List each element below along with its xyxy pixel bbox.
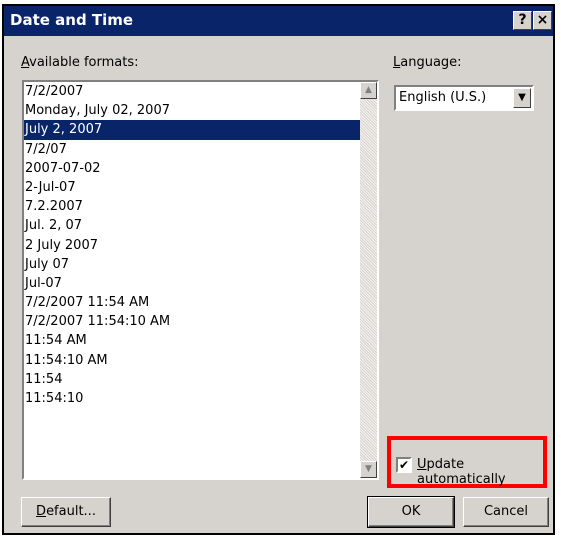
formats-list: 7/2/2007 Monday, July 02, 2007 July 2, 200… bbox=[24, 82, 360, 408]
close-button[interactable]: × bbox=[533, 11, 552, 30]
list-item[interactable]: 7/2/2007 11:54:10 AM bbox=[24, 312, 360, 331]
list-item[interactable]: 2-Jul-07 bbox=[24, 178, 360, 197]
scroll-down-icon[interactable]: ▼ bbox=[360, 461, 377, 478]
language-label: Language: bbox=[393, 55, 462, 70]
available-formats-label: Available formats: bbox=[21, 55, 139, 70]
date-time-dialog: Date and Time ? × Available formats: 7/2… bbox=[2, 4, 555, 535]
list-item[interactable]: 2007-07-02 bbox=[24, 159, 360, 178]
language-select[interactable]: English (U.S.) ▼ bbox=[394, 85, 534, 111]
list-item[interactable]: July 2, 2007 bbox=[24, 120, 360, 140]
list-item[interactable]: 7.2.2007 bbox=[24, 197, 360, 216]
list-item[interactable]: 7/2/2007 11:54 AM bbox=[24, 293, 360, 312]
list-item[interactable]: July 07 bbox=[24, 255, 360, 274]
help-button[interactable]: ? bbox=[513, 11, 532, 30]
list-item[interactable]: 11:54 AM bbox=[24, 331, 360, 350]
update-automatically-label[interactable]: Update automatically bbox=[417, 457, 553, 487]
title-bar: Date and Time ? × bbox=[4, 6, 553, 36]
window-title: Date and Time bbox=[10, 11, 134, 29]
default-button[interactable]: Default... bbox=[21, 497, 111, 527]
list-item[interactable]: 11:54 bbox=[24, 370, 360, 389]
list-item[interactable]: Jul. 2, 07 bbox=[24, 216, 360, 235]
list-item[interactable]: 7/2/07 bbox=[24, 140, 360, 159]
scroll-up-icon[interactable]: ▲ bbox=[360, 82, 377, 99]
language-value: English (U.S.) bbox=[399, 90, 487, 105]
formats-listbox[interactable]: 7/2/2007 Monday, July 02, 2007 July 2, 200… bbox=[22, 80, 379, 480]
ok-button[interactable]: OK bbox=[367, 496, 455, 528]
list-item[interactable]: Jul-07 bbox=[24, 274, 360, 293]
list-item[interactable]: 11:54:10 bbox=[24, 389, 360, 408]
cancel-button[interactable]: Cancel bbox=[463, 497, 549, 527]
list-item[interactable]: 2 July 2007 bbox=[24, 236, 360, 255]
update-automatically-checkbox[interactable]: ✔ bbox=[396, 457, 412, 473]
list-item[interactable]: 7/2/2007 bbox=[24, 82, 360, 101]
formats-scrollbar[interactable]: ▲ ▼ bbox=[360, 82, 377, 478]
list-item[interactable]: Monday, July 02, 2007 bbox=[24, 101, 360, 120]
list-item[interactable]: 11:54:10 AM bbox=[24, 351, 360, 370]
chevron-down-icon[interactable]: ▼ bbox=[513, 88, 531, 108]
